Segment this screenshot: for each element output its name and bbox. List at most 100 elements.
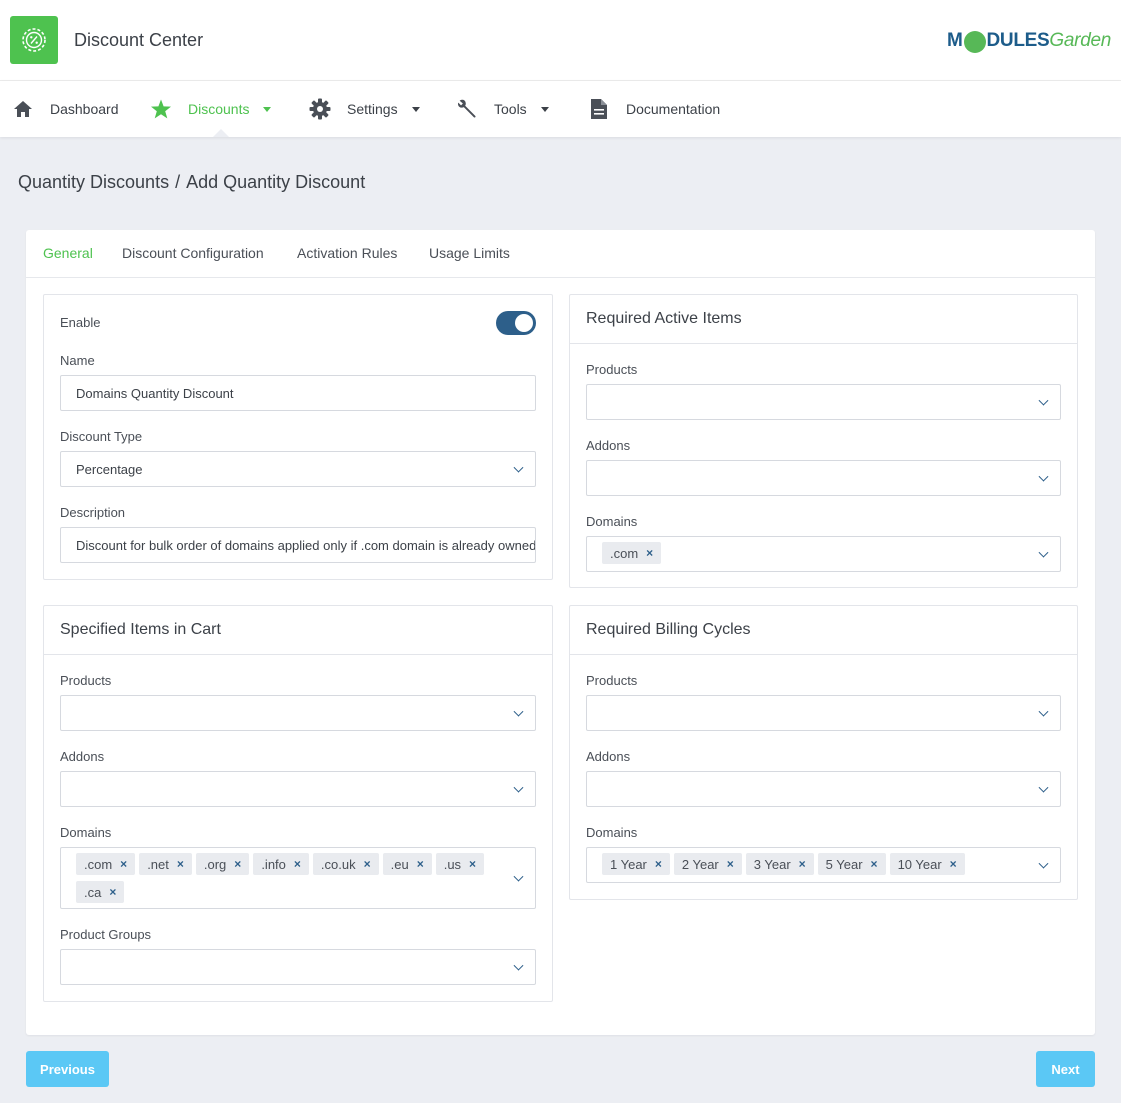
billing-cycle-chip[interactable]: 3 Year ×: [745, 853, 814, 875]
name-input[interactable]: Domains Quantity Discount: [60, 375, 536, 411]
gear-icon: [309, 98, 331, 120]
remove-icon[interactable]: ×: [950, 857, 957, 871]
nav-documentation-label: Documentation: [626, 101, 721, 117]
addons-label: Addons: [586, 438, 631, 453]
remove-icon[interactable]: ×: [469, 857, 476, 871]
breadcrumb: Quantity Discounts / Add Quantity Discount: [18, 172, 365, 193]
chevron-down-icon: [1038, 858, 1049, 869]
domain-chip[interactable]: .com ×: [602, 542, 662, 564]
remove-icon[interactable]: ×: [417, 857, 424, 871]
chevron-down-icon: [513, 782, 524, 793]
billing-cycle-chip[interactable]: 5 Year ×: [817, 853, 886, 875]
billing-cycle-chip[interactable]: 1 Year ×: [602, 853, 670, 875]
billing-cycle-chip[interactable]: 10 Year ×: [889, 853, 965, 875]
nav-discounts-label: Discounts: [188, 101, 250, 117]
star-icon: [150, 98, 172, 120]
general-panel: Enable Name Domains Quantity Discount Di…: [43, 294, 553, 580]
modulesgarden-logo[interactable]: M DULES Garden: [947, 28, 1111, 54]
remove-icon[interactable]: ×: [655, 857, 662, 871]
billing-domains-select[interactable]: 1 Year × 2 Year × 3 Year × 5 Year × 10 Year ×: [586, 847, 1061, 883]
nav-tools-label: Tools: [494, 101, 527, 117]
nav-dashboard[interactable]: Dashboard: [12, 81, 119, 137]
description-label: Description: [60, 505, 126, 520]
tab-discount-configuration[interactable]: Discount Configuration: [122, 245, 264, 261]
product-groups-select[interactable]: [60, 949, 536, 985]
remove-icon[interactable]: ×: [109, 885, 116, 899]
app-logo[interactable]: [10, 16, 58, 64]
specified-domains-select[interactable]: .com × .net × .org × .info × .co.uk × .eu × .u…: [60, 847, 536, 909]
remove-icon[interactable]: ×: [727, 857, 734, 871]
enable-toggle[interactable]: [496, 311, 536, 335]
nav-tools[interactable]: Tools: [456, 81, 549, 137]
remove-icon[interactable]: ×: [177, 857, 184, 871]
domain-chip[interactable]: .net ×: [139, 853, 192, 875]
chevron-down-icon: [513, 706, 524, 717]
nav-dashboard-label: Dashboard: [50, 101, 119, 117]
domain-chip[interactable]: .ca ×: [76, 881, 125, 903]
required-active-items-panel: Required Active Items Products Addons Do…: [569, 294, 1078, 588]
app-title: Discount Center: [74, 30, 204, 50]
product-groups-label: Product Groups: [60, 927, 152, 942]
required-addons-select[interactable]: [586, 460, 1061, 496]
brand-text-start: M: [946, 30, 963, 51]
nav-discounts[interactable]: Discounts: [150, 81, 272, 137]
chevron-down-icon: [513, 960, 524, 971]
domain-chip[interactable]: .info ×: [253, 853, 309, 875]
chevron-down-icon: [411, 106, 420, 112]
tab-general[interactable]: General: [43, 245, 93, 261]
products-label: Products: [60, 673, 112, 688]
required-billing-cycles-panel: Required Billing Cycles Products Addons …: [569, 605, 1078, 900]
nav-settings[interactable]: Settings: [309, 81, 420, 137]
domains-label: Domains: [586, 514, 638, 529]
description-input[interactable]: Discount for bulk order of domains appli…: [60, 527, 536, 563]
products-label: Products: [586, 362, 638, 377]
tab-usage-limits[interactable]: Usage Limits: [429, 245, 510, 261]
enable-label: Enable: [60, 315, 101, 330]
chevron-down-icon: [513, 871, 524, 882]
domain-chip[interactable]: .eu ×: [382, 853, 432, 875]
discount-type-label: Discount Type: [60, 429, 143, 444]
remove-icon[interactable]: ×: [871, 857, 878, 871]
nav-settings-label: Settings: [347, 101, 398, 117]
remove-icon[interactable]: ×: [364, 857, 371, 871]
discount-type-select[interactable]: Percentage: [60, 451, 536, 487]
form-card: General Discount Configuration Activatio…: [26, 230, 1095, 1035]
breadcrumb-separator: /: [175, 172, 181, 192]
chevron-down-icon: [513, 462, 524, 473]
nav-documentation[interactable]: Documentation: [588, 81, 720, 137]
breadcrumb-parent[interactable]: Quantity Discounts: [18, 172, 169, 192]
home-icon: [12, 98, 34, 120]
previous-button[interactable]: Previous: [26, 1051, 109, 1087]
brand-globe-icon: [963, 31, 986, 53]
specified-products-select[interactable]: [60, 695, 536, 731]
domain-chip[interactable]: .us ×: [435, 853, 485, 875]
required-products-select[interactable]: [586, 384, 1061, 420]
main-nav: Dashboard Discounts Settings Tools Docum…: [0, 81, 1121, 137]
addons-label: Addons: [60, 749, 105, 764]
remove-icon[interactable]: ×: [234, 857, 241, 871]
wrench-icon: [456, 98, 478, 120]
remove-icon[interactable]: ×: [294, 857, 301, 871]
toggle-knob: [515, 314, 533, 332]
billing-cycle-chip[interactable]: 2 Year ×: [673, 853, 742, 875]
tab-activation-rules[interactable]: Activation Rules: [297, 245, 397, 261]
discount-type-value: Percentage: [76, 461, 143, 477]
nav-active-pointer: [213, 129, 229, 137]
panel-title: Required Active Items: [570, 295, 1077, 344]
remove-icon[interactable]: ×: [799, 857, 806, 871]
remove-icon[interactable]: ×: [646, 546, 653, 560]
specified-addons-select[interactable]: [60, 771, 536, 807]
chevron-down-icon: [1038, 706, 1049, 717]
domains-label: Domains: [586, 825, 638, 840]
domain-chip[interactable]: .com ×: [76, 853, 136, 875]
discount-badge-icon: [22, 28, 46, 52]
required-domains-select[interactable]: .com ×: [586, 536, 1061, 572]
billing-addons-select[interactable]: [586, 771, 1061, 807]
chevron-down-icon: [1038, 471, 1049, 482]
remove-icon[interactable]: ×: [120, 857, 127, 871]
domain-chip[interactable]: .co.uk ×: [312, 853, 379, 875]
next-button[interactable]: Next: [1036, 1051, 1095, 1087]
domain-chip[interactable]: .org ×: [195, 853, 250, 875]
billing-products-select[interactable]: [586, 695, 1061, 731]
addons-label: Addons: [586, 749, 631, 764]
